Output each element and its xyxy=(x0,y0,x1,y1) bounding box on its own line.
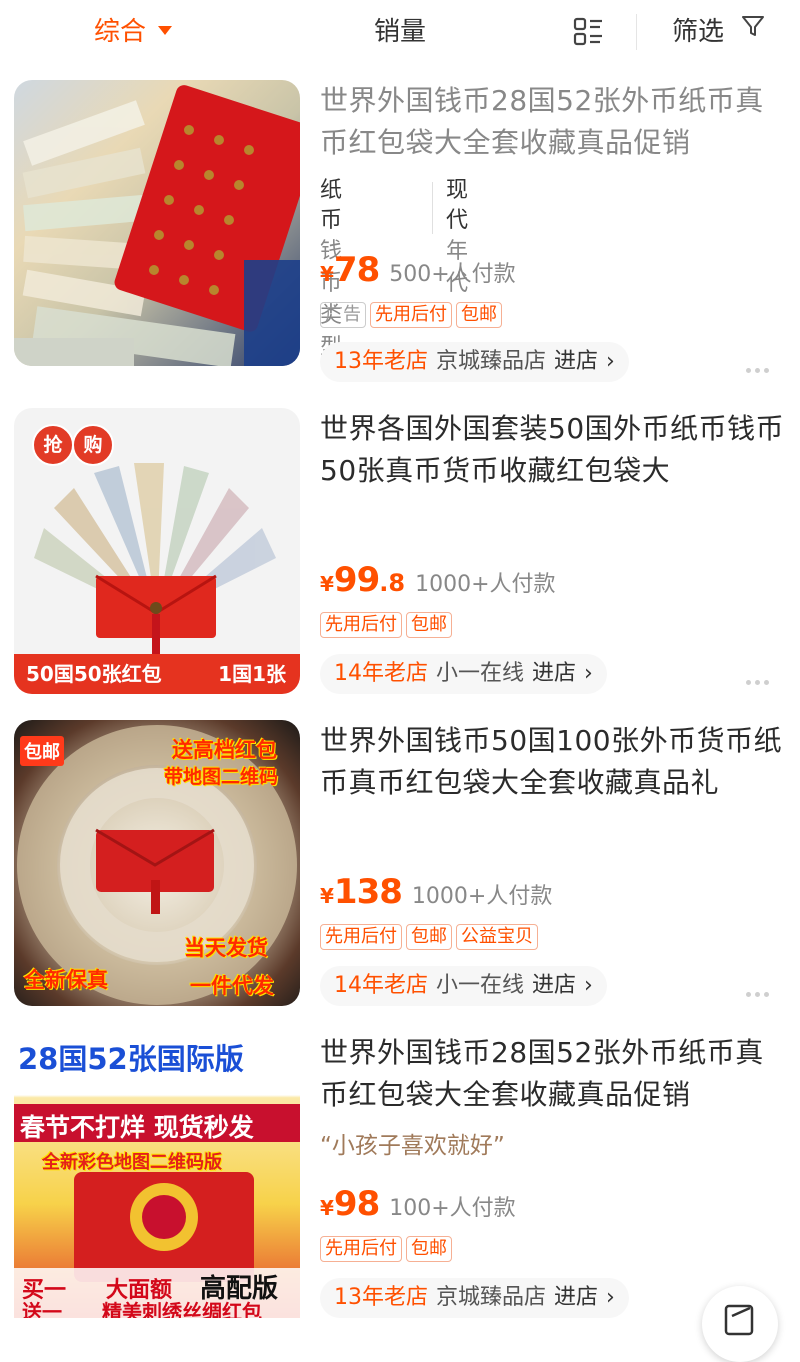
shop-name: 小一在线 xyxy=(436,661,525,686)
product-image[interactable]: 包邮 送高档红包 带地图二维码 当天发货 全新保真 一件代发 xyxy=(14,720,300,1006)
thumb-banner-right: 1国1张 xyxy=(218,662,286,686)
chevron-right-icon: › xyxy=(606,349,615,374)
product-card[interactable]: 包邮 送高档红包 带地图二维码 当天发货 全新保真 一件代发 世界外国钱币50国… xyxy=(0,720,800,1030)
shop-age: 14年老店 xyxy=(334,973,428,998)
price-row: ¥138 1000+人付款 xyxy=(320,872,552,912)
sort-divider xyxy=(636,14,637,50)
product-title[interactable]: 世界外国钱币28国52张外币纸币真币红包袋大全套收藏真品促销 xyxy=(320,1032,790,1116)
product-card[interactable]: 28国52张国际版 春节不打烊 现货秒发 全新彩色地图二维码版 买一 大面额 高… xyxy=(0,1032,800,1342)
more-options-icon[interactable] xyxy=(746,982,776,997)
price-value: 98 xyxy=(333,1184,380,1224)
more-options-icon[interactable] xyxy=(746,358,776,373)
tag-list: 广告 先用后付 包邮 xyxy=(320,302,506,328)
service-tag: 包邮 xyxy=(406,1236,452,1262)
service-tag: 包邮 xyxy=(406,924,452,950)
tag-list: 先用后付 包邮 公益宝贝 xyxy=(320,924,542,950)
thumb-overlay: 送一 xyxy=(22,1300,62,1318)
shop-entry[interactable]: 14年老店 小一在线 进店 › xyxy=(320,966,607,1006)
sales-count: 1000+人付款 xyxy=(411,884,553,909)
list-layout-icon[interactable] xyxy=(572,16,604,48)
sort-bar: 综合 销量 筛选 xyxy=(0,0,800,66)
thumb-banner: 50国50张红包 1国1张 xyxy=(14,654,300,694)
product-title[interactable]: 世界外国钱币28国52张外币纸币真币红包袋大全套收藏真品促销 xyxy=(320,80,790,164)
shop-age: 13年老店 xyxy=(334,349,428,374)
price-value: 138 xyxy=(333,872,403,912)
currency-symbol: ¥ xyxy=(320,572,334,596)
thumb-overlay: 一件代发 xyxy=(190,974,274,998)
ad-tag: 广告 xyxy=(320,302,366,328)
service-tag: 先用后付 xyxy=(320,924,402,950)
currency-symbol: ¥ xyxy=(320,1196,334,1220)
product-image[interactable]: 28国52张国际版 春节不打烊 现货秒发 全新彩色地图二维码版 买一 大面额 高… xyxy=(14,1032,300,1318)
product-card[interactable]: 世界外国钱币28国52张外币纸币真币红包袋大全套收藏真品促销 纸币 钱币类型 现… xyxy=(0,80,800,390)
chevron-right-icon: › xyxy=(584,973,593,998)
enter-shop-link[interactable]: 进店 xyxy=(532,661,576,686)
thumb-overlay: 包邮 xyxy=(20,736,64,766)
sales-count: 500+人付款 xyxy=(389,262,516,287)
sales-count: 100+人付款 xyxy=(389,1196,516,1221)
sort-composite-label: 综合 xyxy=(94,17,147,47)
product-image[interactable] xyxy=(14,80,300,366)
thumb-overlay: 当天发货 xyxy=(184,936,268,960)
enter-shop-link[interactable]: 进店 xyxy=(554,1285,598,1310)
shop-age: 14年老店 xyxy=(334,661,428,686)
thumb-banner-left: 50国50张红包 xyxy=(26,662,162,686)
thumb-overlay: 28国52张国际版 xyxy=(18,1042,244,1076)
tag-list: 先用后付 包邮 xyxy=(320,612,456,638)
shop-entry[interactable]: 13年老店 京城臻品店 进店 › xyxy=(320,342,629,382)
service-tag: 公益宝贝 xyxy=(456,924,538,950)
shop-entry[interactable]: 14年老店 小一在线 进店 › xyxy=(320,654,607,694)
service-tag: 先用后付 xyxy=(320,1236,402,1262)
service-tag: 先用后付 xyxy=(370,302,452,328)
caret-down-icon xyxy=(158,26,173,35)
more-options-icon[interactable] xyxy=(746,670,776,685)
shop-name: 小一在线 xyxy=(436,973,525,998)
sort-sales-tab[interactable]: 销量 xyxy=(374,14,426,50)
thumb-badge: 抢 xyxy=(32,424,74,466)
chevron-right-icon: › xyxy=(584,661,593,686)
shop-entry[interactable]: 13年老店 京城臻品店 进店 › xyxy=(320,1278,629,1318)
currency-symbol: ¥ xyxy=(320,262,334,286)
enter-shop-link[interactable]: 进店 xyxy=(554,349,598,374)
shop-name: 京城臻品店 xyxy=(436,1285,547,1310)
price-row: ¥98 100+人付款 xyxy=(320,1184,516,1224)
filter-label: 筛选 xyxy=(672,17,725,47)
currency-symbol: ¥ xyxy=(320,884,334,908)
thumb-overlay: 全新保真 xyxy=(24,968,108,992)
funnel-icon xyxy=(740,13,766,49)
price-value: 99 xyxy=(333,560,380,600)
thumb-badge: 购 xyxy=(72,424,114,466)
product-title[interactable]: 世界外国钱币50国100张外币货币纸币真币红包袋大全套收藏真品礼 xyxy=(320,720,790,804)
price-row: ¥99.8 1000+人付款 xyxy=(320,560,556,600)
sort-composite-tab[interactable]: 综合 xyxy=(94,14,173,50)
attribute-divider xyxy=(432,182,433,234)
attribute-value: 现代 xyxy=(446,178,469,233)
thumb-overlay: 带地图二维码 xyxy=(164,766,279,788)
service-tag: 先用后付 xyxy=(320,612,402,638)
price-decimal: .8 xyxy=(379,569,406,597)
thumb-overlay: 全新彩色地图二维码版 xyxy=(42,1152,222,1173)
filter-button[interactable]: 筛选 xyxy=(672,14,766,51)
service-tag: 包邮 xyxy=(456,302,502,328)
tag-list: 先用后付 包邮 xyxy=(320,1236,456,1262)
shop-age: 13年老店 xyxy=(334,1285,428,1310)
thumb-overlay: 送高档红包 xyxy=(172,738,277,762)
price-row: ¥78 500+人付款 xyxy=(320,250,516,290)
product-image[interactable]: 抢 购 50国50张红包 1国1张 xyxy=(14,408,300,694)
service-tag: 包邮 xyxy=(406,612,452,638)
product-title[interactable]: 世界各国外国套装50国外币纸币钱币50张真币货币收藏红包袋大 xyxy=(320,408,790,492)
attribute-value: 纸币 xyxy=(320,178,343,233)
shop-name: 京城臻品店 xyxy=(436,349,547,374)
sales-count: 1000+人付款 xyxy=(415,572,556,597)
feedback-button[interactable] xyxy=(702,1286,778,1362)
thumb-overlay: 精美刺绣丝绸红包 xyxy=(102,1300,262,1318)
sort-sales-label: 销量 xyxy=(374,17,427,47)
price-value: 78 xyxy=(333,250,380,290)
thumb-overlay: 春节不打烊 现货秒发 xyxy=(20,1113,254,1142)
enter-shop-link[interactable]: 进店 xyxy=(532,973,576,998)
chevron-right-icon: › xyxy=(606,1285,615,1310)
edit-icon xyxy=(724,1304,754,1336)
review-quote: “小孩子喜欢就好” xyxy=(320,1133,505,1159)
product-card[interactable]: 抢 购 50国50张红包 1国1张 世界各国外国套装50国外币纸币钱币50张真币… xyxy=(0,408,800,718)
